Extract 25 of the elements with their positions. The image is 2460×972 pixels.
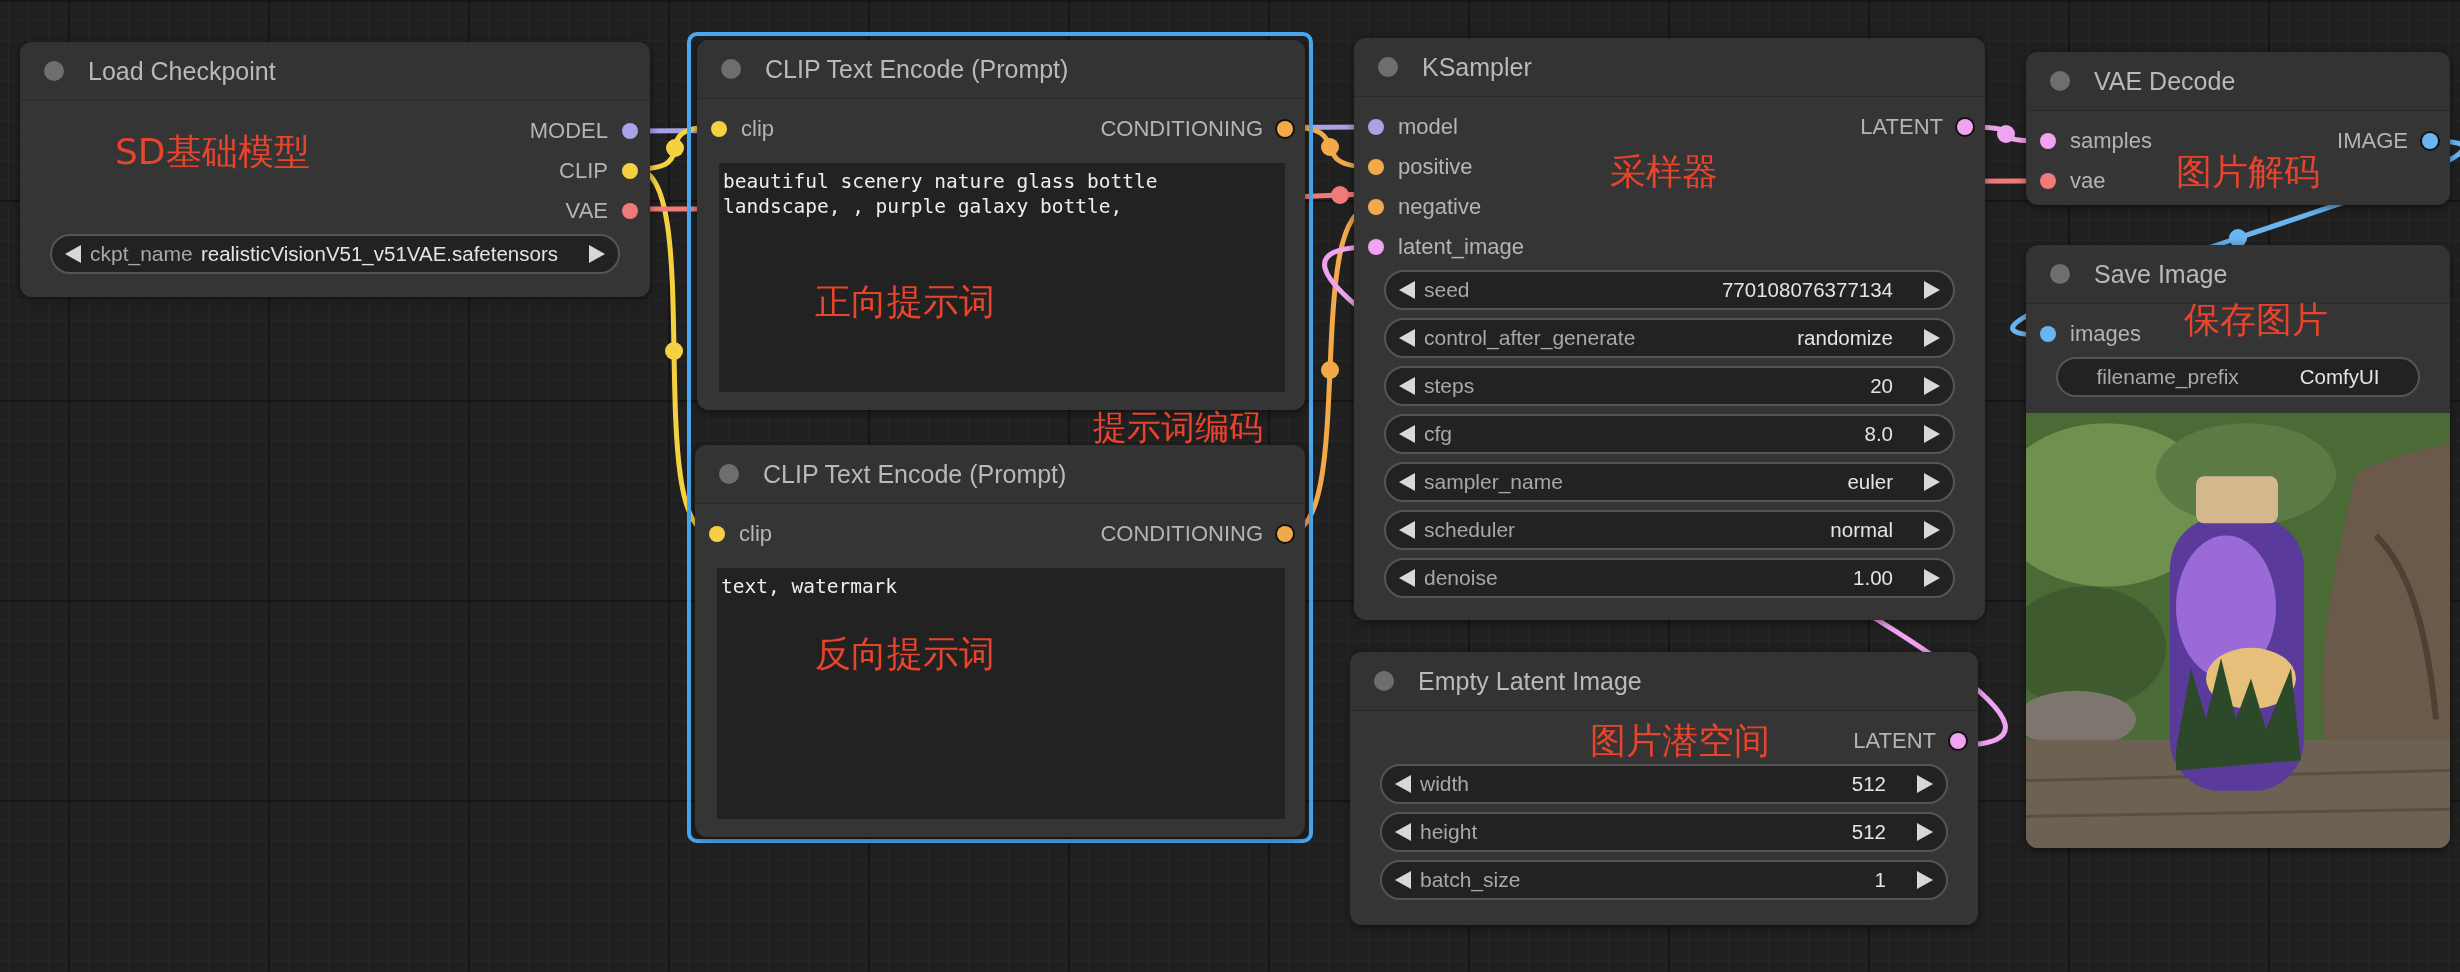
annotation-label: SD基础模型 xyxy=(115,130,310,174)
output-label: LATENT xyxy=(1860,114,1943,140)
annotation-label: 反向提示词 xyxy=(815,632,995,676)
node-title: VAE Decode xyxy=(2094,66,2236,96)
output-label: MODEL xyxy=(529,118,608,144)
number-widget[interactable]: height 512 xyxy=(1380,812,1948,852)
node-title: CLIP Text Encode (Prompt) xyxy=(763,459,1067,489)
input-label: negative xyxy=(1398,194,1482,220)
input-label: model xyxy=(1398,114,1458,140)
combo-widget[interactable]: ckpt_name realisticVisionV51_v51VAE.safetensors xyxy=(50,234,620,274)
annotation-label: 正向提示词 xyxy=(815,280,995,324)
number-widget[interactable]: width 512 xyxy=(1380,764,1948,804)
input-label: clip xyxy=(739,521,772,547)
output-label: CONDITIONING xyxy=(1100,521,1263,547)
annotation-label: 采样器 xyxy=(1610,150,1718,194)
output-label: CLIP xyxy=(559,158,608,184)
output-label: VAE xyxy=(565,198,608,224)
input-label: positive xyxy=(1398,154,1473,180)
node-title: KSampler xyxy=(1422,52,1532,82)
node-title: CLIP Text Encode (Prompt) xyxy=(765,54,1069,84)
node-title: Load Checkpoint xyxy=(88,56,276,86)
input-label: clip xyxy=(741,116,774,142)
text-widget[interactable]: filename_prefix ComfyUI xyxy=(2056,357,2420,397)
output-label: CONDITIONING xyxy=(1100,116,1263,142)
number-widget[interactable]: batch_size 1 xyxy=(1380,860,1948,900)
